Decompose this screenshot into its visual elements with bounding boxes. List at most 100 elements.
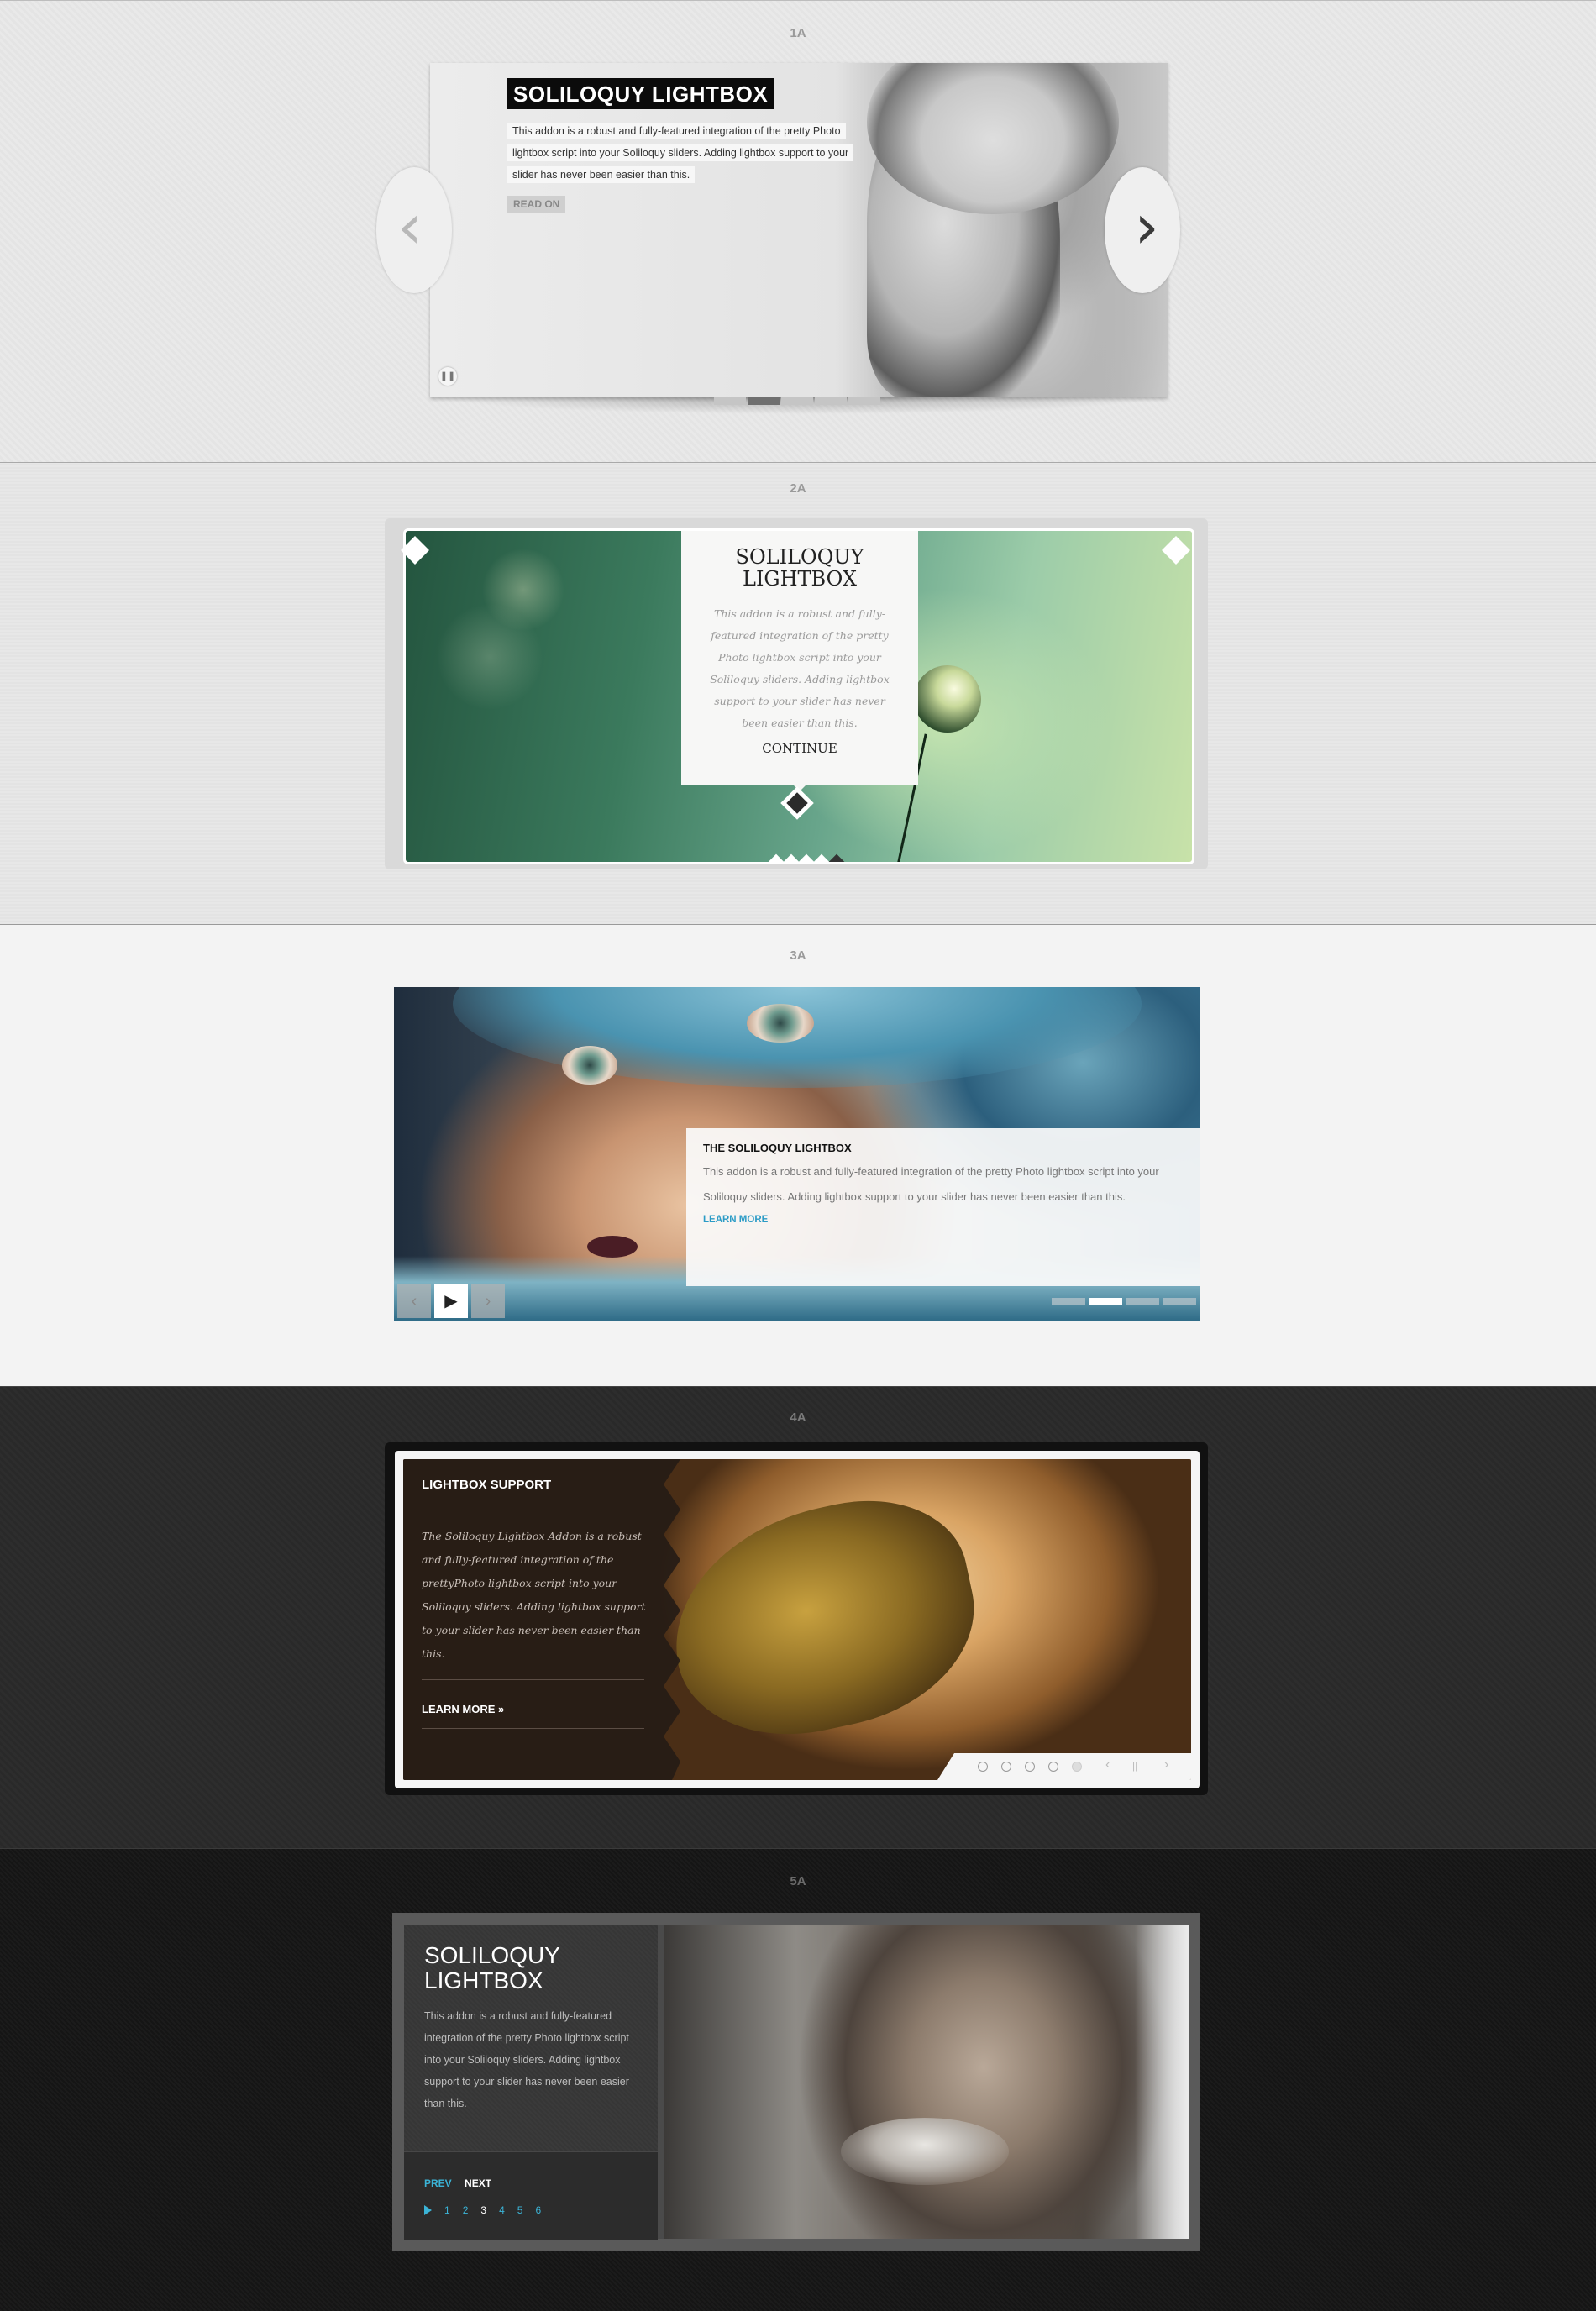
- caption-box: THE SOLILOQUY LIGHTBOX This addon is a r…: [686, 1128, 1200, 1286]
- caption-panel: SOLILOQUY LIGHTBOX This addon is a robus…: [404, 1925, 658, 2240]
- slider-demo-5a: 5A SOLILOQUY LIGHTBOX This addon is a ro…: [0, 1848, 1596, 2311]
- section-label: 1A: [790, 26, 806, 40]
- photo-leaf: [652, 1480, 995, 1757]
- next-link[interactable]: NEXT: [465, 2177, 491, 2189]
- slider-inner: LIGHTBOX SUPPORT The Soliloquy Lightbox …: [395, 1451, 1200, 1788]
- pager-diamond-active[interactable]: [827, 853, 847, 862]
- pager-dot-active[interactable]: [748, 397, 780, 405]
- diamond-nav-icon[interactable]: [780, 786, 814, 820]
- control-bar: ‹ || ›: [937, 1753, 1191, 1780]
- slide-description: The Soliloquy Lightbox Addon is a robust…: [422, 1530, 646, 1660]
- next-button[interactable]: ›: [471, 1284, 505, 1318]
- next-button[interactable]: ›: [1164, 1757, 1168, 1773]
- page-link[interactable]: 4: [499, 2204, 505, 2216]
- slider-controls: ‹ ▶ ›: [397, 1284, 505, 1318]
- prev-next: PREV NEXT: [424, 2177, 501, 2189]
- caption-box: SOLILOQUY LIGHTBOX This addon is a robus…: [681, 531, 918, 791]
- pager-bar[interactable]: [1052, 1298, 1085, 1305]
- title-line: SOLILOQUY: [424, 1942, 560, 1968]
- slide-image[interactable]: [430, 63, 1168, 397]
- slide-pager: [978, 1762, 1082, 1772]
- divider: [422, 1728, 644, 1729]
- slide-description: This addon is a robust and fully-feature…: [424, 2010, 629, 2109]
- slide-pager: [766, 852, 847, 862]
- learn-more-link[interactable]: LEARN MORE »: [422, 1703, 504, 1715]
- page-link-current[interactable]: 3: [480, 2204, 486, 2216]
- pager-bar[interactable]: [1126, 1298, 1159, 1305]
- slider-frame: SOLILOQUY LIGHTBOX This addon is a robus…: [392, 1913, 1200, 2251]
- pager-diamond[interactable]: [766, 853, 786, 862]
- slide-title: LIGHTBOX SUPPORT: [422, 1478, 552, 1492]
- pager-dot[interactable]: [1001, 1762, 1011, 1772]
- desc-line: lightbox script into your Soliloquy slid…: [507, 144, 854, 161]
- slide-title: SOLILOQUY LIGHTBOX: [715, 546, 885, 590]
- pager-area: PREV NEXT 1 2 3 4 5 6: [404, 2151, 658, 2240]
- pager-dot[interactable]: [978, 1762, 988, 1772]
- slide-title: SOLILOQUY LIGHTBOX: [424, 1943, 560, 1993]
- chevron-left-icon[interactable]: ‹: [376, 167, 452, 293]
- section-label: 3A: [790, 948, 806, 963]
- photo-eye: [747, 1004, 814, 1043]
- slide-image[interactable]: THE SOLILOQUY LIGHTBOX This addon is a r…: [394, 987, 1200, 1321]
- read-on-button[interactable]: READ ON: [507, 196, 566, 213]
- chevron-right-icon[interactable]: ›: [1105, 167, 1180, 293]
- pager-diamond[interactable]: [781, 853, 801, 862]
- continue-link[interactable]: CONTINUE: [681, 741, 918, 756]
- photo-lips: [587, 1236, 638, 1258]
- photo-hair: [1135, 1925, 1189, 2239]
- slider-frame: SOLILOQUY LIGHTBOX This addon is a robus…: [385, 518, 1208, 869]
- pager-dot-active[interactable]: [1072, 1762, 1082, 1772]
- pager-dot[interactable]: [1025, 1762, 1035, 1772]
- title-line: LIGHTBOX: [743, 567, 857, 591]
- slider-frame: LIGHTBOX SUPPORT The Soliloquy Lightbox …: [385, 1442, 1208, 1795]
- section-label: 2A: [790, 481, 806, 496]
- slider-frame: SOLILOQUY LIGHTBOX This addon is a robus…: [430, 63, 1168, 397]
- prev-button[interactable]: ‹: [1105, 1757, 1110, 1773]
- pager-bar-active[interactable]: [1089, 1298, 1122, 1305]
- panel-divider: [658, 1925, 664, 2239]
- divider: [422, 1679, 644, 1680]
- page-link[interactable]: 5: [517, 2204, 523, 2216]
- slider-demo-3a: 3A THE SOLILOQUY LIGHTBOX This addon is …: [0, 924, 1596, 1386]
- section-label: 5A: [790, 1874, 806, 1888]
- caption-panel: LIGHTBOX SUPPORT The Soliloquy Lightbox …: [403, 1459, 680, 1780]
- page-link[interactable]: 6: [535, 2204, 541, 2216]
- pager-dot[interactable]: [815, 397, 847, 405]
- title-line: LIGHTBOX: [424, 1967, 543, 1993]
- pager-dot[interactable]: [848, 397, 880, 405]
- slide-image[interactable]: SOLILOQUY LIGHTBOX This addon is a robus…: [403, 528, 1194, 864]
- page-link[interactable]: 2: [463, 2204, 469, 2216]
- pager-diamond[interactable]: [811, 853, 832, 862]
- play-icon[interactable]: [424, 2205, 432, 2215]
- pause-button[interactable]: ||: [1132, 1760, 1137, 1772]
- slide-image[interactable]: [664, 1925, 1189, 2239]
- page-link[interactable]: 1: [444, 2204, 450, 2216]
- prev-link[interactable]: PREV: [424, 2177, 452, 2189]
- pager-bar[interactable]: [1163, 1298, 1196, 1305]
- slide-title: THE SOLILOQUY LIGHTBOX: [703, 1142, 852, 1154]
- title-line: SOLILOQUY: [735, 545, 864, 569]
- learn-more-link[interactable]: LEARN MORE: [703, 1215, 1184, 1225]
- pager-diamond[interactable]: [796, 853, 816, 862]
- slider-demo-2a: 2A SOLILOQUY LIGHTBOX This addon is a ro…: [0, 462, 1596, 924]
- prev-button[interactable]: ‹: [397, 1284, 431, 1318]
- slide-pager: [714, 397, 880, 406]
- slide-description: This addon is a robust and fully-feature…: [710, 607, 890, 729]
- slide-image[interactable]: LIGHTBOX SUPPORT The Soliloquy Lightbox …: [403, 1459, 1191, 1780]
- desc-line: slider has never been easier than this.: [507, 166, 696, 183]
- pager-dot[interactable]: [714, 397, 746, 405]
- pager-dot[interactable]: [1048, 1762, 1058, 1772]
- section-label: 4A: [790, 1410, 806, 1425]
- photo-droplet: [914, 665, 981, 733]
- play-button[interactable]: ▶: [434, 1284, 468, 1318]
- pager-dot[interactable]: [781, 397, 813, 405]
- photo-beard: [841, 2118, 1009, 2185]
- photo-eye: [562, 1046, 617, 1085]
- slide-description: This addon is a robust and fully-feature…: [703, 1165, 1159, 1203]
- slider-demo-4a: 4A LIGHTBOX SUPPORT The Soliloquy Lightb…: [0, 1386, 1596, 1848]
- page-numbers: 1 2 3 4 5 6: [424, 2204, 541, 2216]
- slide-description: This addon is a robust and fully-feature…: [507, 120, 894, 186]
- slide-title: SOLILOQUY LIGHTBOX: [507, 78, 774, 109]
- slide-pager: [1052, 1298, 1196, 1305]
- pause-icon[interactable]: ❚❚: [438, 367, 457, 386]
